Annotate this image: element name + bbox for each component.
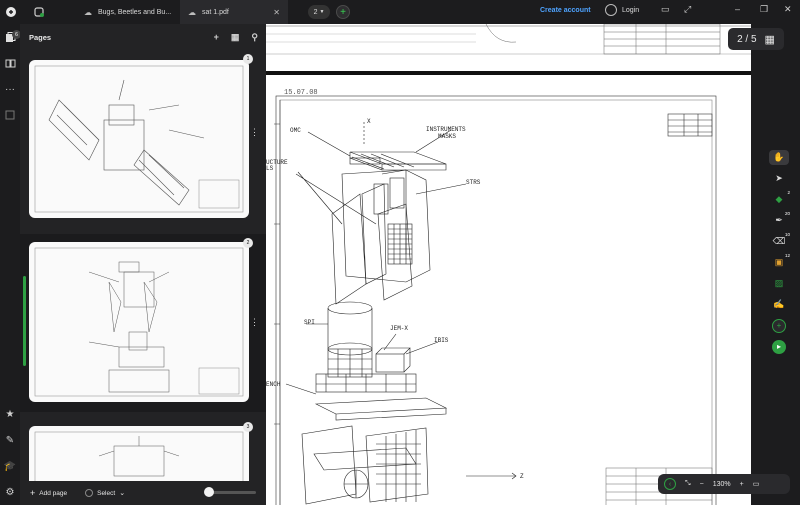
close-window-button[interactable]: ✕	[784, 4, 792, 15]
pointer-tool-icon[interactable]: ➤	[769, 171, 789, 186]
user-icon	[605, 4, 617, 16]
pen-tool-icon[interactable]: ✒ 20	[769, 211, 790, 228]
add-tool-button[interactable]: +	[769, 318, 789, 333]
pin-icon[interactable]: ⚲	[251, 32, 258, 43]
page-thumbnail-1[interactable]: 1 ⋮	[20, 54, 266, 224]
cloud-icon: ☁	[188, 7, 196, 17]
image-tool-icon[interactable]: ▨	[769, 276, 789, 291]
page-selector-value: 2	[313, 8, 318, 16]
slider-knob[interactable]	[204, 487, 214, 497]
cloud-icon: ☁	[84, 7, 92, 17]
create-account-link[interactable]: Create account	[540, 7, 591, 14]
expand-icon[interactable]: ⤢	[684, 4, 691, 15]
axis-label-x: X	[367, 118, 371, 125]
pages-panel: Pages + ▦ ⚲ 1 ⋮ 2 ⋮ 3 + Add page Select …	[20, 24, 266, 505]
fit-page-icon[interactable]: ⤡	[685, 480, 691, 488]
thumbnail-image	[29, 60, 249, 218]
pages-panel-footer: + Add page Select ⌄	[20, 481, 266, 505]
eraser-tool-badge: 10	[784, 232, 790, 237]
zoom-level[interactable]: 130%	[713, 481, 731, 488]
shape-tool-icon[interactable]: ◆ 2	[769, 190, 790, 207]
tab-label: sat 1.pdf	[202, 8, 229, 16]
grid-view-icon[interactable]: ▦	[231, 32, 240, 43]
grid-view-icon[interactable]: ▦	[765, 33, 775, 46]
label-strs: STRS	[466, 179, 481, 186]
tab-sat1-pdf[interactable]: ☁ sat 1.pdf ✕	[180, 0, 288, 24]
close-tab-icon[interactable]: ✕	[273, 8, 280, 17]
page-counter[interactable]: 2 / 5 ▦	[728, 28, 784, 50]
login-label: Login	[622, 6, 640, 14]
page-number-badge: 1	[243, 54, 253, 64]
document-outline-icon[interactable]	[0, 102, 20, 128]
presentation-icon[interactable]: ▭	[753, 480, 760, 488]
zoom-out-button[interactable]: −	[700, 481, 704, 488]
right-toolbar: ✋ ➤ ◆ 2 ✒ 20 ⌫ 10 ▣ 12 ▨ ✍ + ▸	[766, 150, 792, 354]
select-dropdown[interactable]: Select ⌄	[85, 489, 125, 497]
stamp-tool-icon[interactable]: ▣ 12	[769, 253, 790, 270]
more-options-icon[interactable]: ···	[0, 76, 20, 102]
select-label: Select	[97, 489, 116, 497]
education-icon[interactable]: 🎓	[0, 453, 20, 479]
eraser-tool-icon[interactable]: ⌫ 10	[769, 232, 790, 249]
add-page-button[interactable]: + Add page	[30, 488, 67, 498]
label-omc: OMC	[290, 127, 301, 134]
app-window: ☁ Bugs, Beetles and Bu... ☁ sat 1.pdf ✕ …	[0, 0, 800, 505]
label-bench: ENCH	[266, 381, 281, 388]
home-sync-icon[interactable]	[28, 1, 50, 23]
pages-panel-header: Pages + ▦ ⚲	[20, 24, 266, 50]
tab-bugs-beetles[interactable]: ☁ Bugs, Beetles and Bu...	[76, 0, 180, 24]
pages-panel-icon[interactable]: 6	[0, 24, 21, 50]
login-button[interactable]: Login	[605, 4, 639, 16]
page-thumbnail-2[interactable]: 2 ⋮	[20, 234, 266, 412]
plus-icon: +	[30, 488, 36, 498]
thumbnail-menu-icon[interactable]: ⋮	[250, 128, 259, 137]
tab-label: Bugs, Beetles and Bu...	[98, 8, 172, 16]
top-bar: ☁ Bugs, Beetles and Bu... ☁ sat 1.pdf ✕ …	[0, 0, 800, 24]
chevron-down-icon: ▼	[319, 9, 325, 15]
hand-tool-icon[interactable]: ✋	[769, 150, 789, 165]
selected-page-indicator	[23, 276, 26, 366]
signature-tool-icon[interactable]: ✍	[769, 297, 789, 312]
panel-title: Pages	[29, 32, 52, 42]
thumbnail-menu-icon[interactable]: ⋮	[250, 318, 259, 327]
chevron-down-icon: ⌄	[119, 490, 126, 497]
left-rail: 6 ··· ★ ✎ 🎓 ⚙	[0, 24, 21, 505]
zoom-bar: ‹ ⤡ − 130% + ▭	[658, 474, 790, 494]
label-jemx: JEM-X	[390, 325, 408, 332]
label-spi: SPI	[304, 319, 315, 326]
gear-icon[interactable]: ⚙	[0, 479, 20, 505]
page-number-badge: 3	[243, 422, 253, 432]
page-selector-dropdown[interactable]: 2 ▼	[308, 5, 330, 19]
pen-tool-badge: 20	[784, 211, 790, 216]
label-ibis: IBIS	[434, 337, 449, 344]
stamp-tool-badge: 12	[784, 253, 790, 258]
signature-icon[interactable]: ✎	[0, 427, 20, 453]
play-icon[interactable]: ▸	[769, 339, 789, 354]
label-structure-2: LS	[266, 165, 274, 172]
document-viewer[interactable]: 15.07.08 X OMC INSTRUMENTS MASKS STRS UC…	[266, 24, 751, 505]
shape-tool-badge: 2	[787, 190, 790, 195]
window-layout-icon[interactable]: ▭	[661, 4, 670, 15]
thumbnail-size-slider[interactable]	[204, 487, 256, 497]
star-icon[interactable]: ★	[0, 401, 20, 427]
book-icon[interactable]	[0, 50, 20, 76]
add-tab-button[interactable]: +	[336, 5, 350, 19]
label-masks: MASKS	[438, 133, 456, 140]
add-icon[interactable]: +	[214, 32, 219, 43]
page-number-badge: 2	[243, 238, 253, 248]
date-stamp: 15.07.08	[284, 89, 318, 97]
thumbnail-image	[29, 242, 249, 402]
check-circle-icon	[85, 489, 94, 497]
page-thumbnail-3[interactable]: 3	[20, 420, 266, 496]
maximize-button[interactable]: ❐	[760, 4, 768, 15]
technical-drawing: 15.07.08 X OMC INSTRUMENTS MASKS STRS UC…	[266, 24, 751, 505]
label-instruments: INSTRUMENTS	[426, 126, 466, 133]
back-icon[interactable]: ‹	[664, 478, 676, 490]
minimize-button[interactable]: –	[735, 4, 740, 14]
page-counter-text: 2 / 5	[737, 33, 757, 45]
zoom-in-button[interactable]: +	[740, 481, 744, 488]
axis-label-z: Z	[520, 473, 524, 480]
add-page-label: Add page	[39, 489, 68, 497]
app-logo-icon[interactable]	[0, 1, 22, 23]
